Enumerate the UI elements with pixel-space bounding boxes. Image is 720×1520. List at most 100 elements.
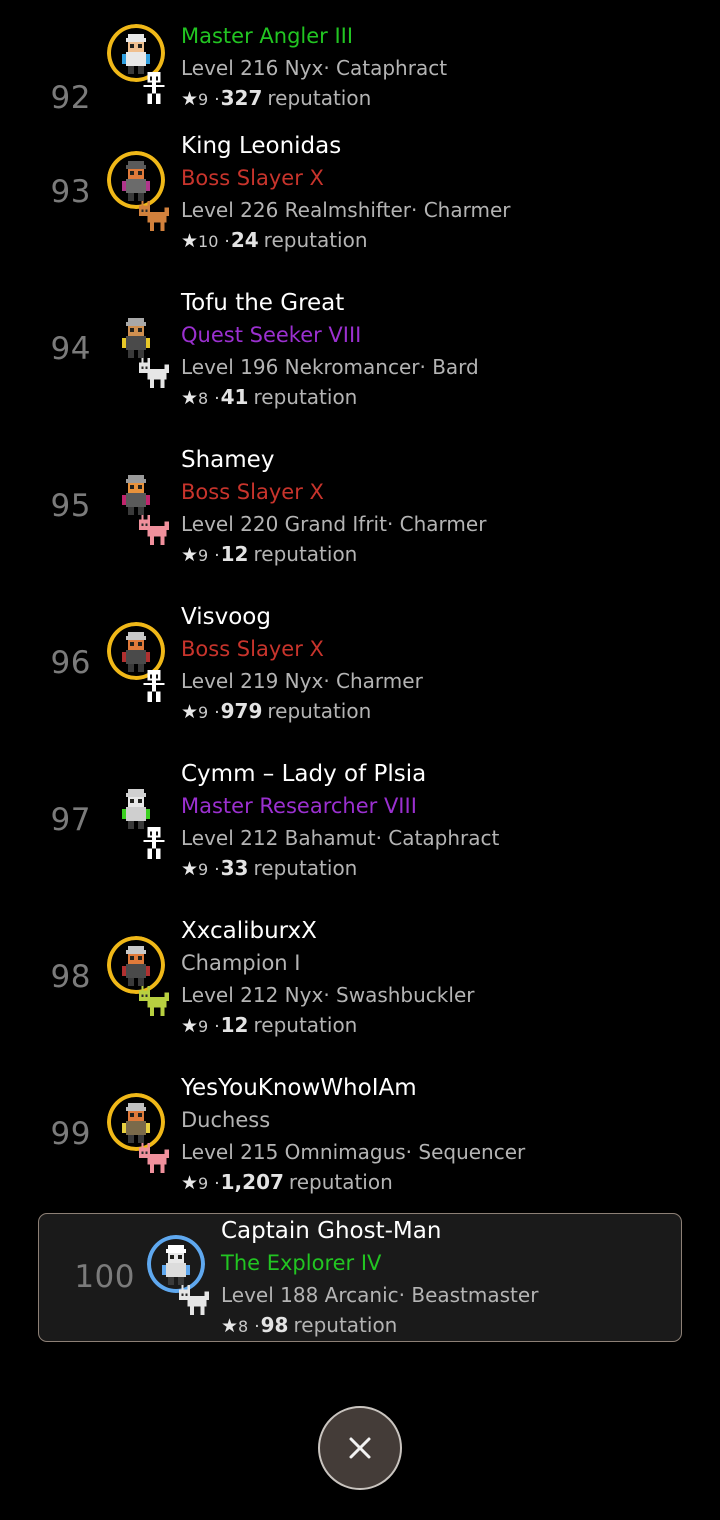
leaderboard-row[interactable]: 95 Shamey Boss Slayer X Level 220 Grand … [0, 428, 720, 585]
rank-number: 94 [50, 331, 91, 367]
player-name: XxcaliburxX [181, 918, 317, 945]
player-name: Shamey [181, 447, 275, 474]
player-title: The Explorer IV [221, 1251, 382, 1276]
entry-info: Captain Ghost-Man The Explorer IV Level … [217, 1214, 681, 1341]
player-reputation: ★ 8 · 41 reputation [181, 382, 720, 413]
entry-info: Cymm – Lady of Plsia Master Researcher V… [177, 757, 720, 884]
star-count: 9 [198, 546, 209, 566]
entry-info: YesYouKnowWhoIAm Duchess Level 215 Omnim… [177, 1071, 720, 1198]
avatar[interactable] [103, 616, 173, 712]
player-title: Boss Slayer X [181, 480, 324, 505]
skeleton-pet [143, 72, 165, 104]
leaderboard-row[interactable]: 97 Cymm – Lady of Plsia Master Researche… [0, 742, 720, 899]
leaderboard-row[interactable]: 92 Master Angler III Level 216 Nyx· Cata… [0, 0, 720, 114]
close-icon [349, 1437, 371, 1458]
player-title: Boss Slayer X [181, 166, 324, 191]
reputation-separator: · [224, 232, 230, 253]
entry-info: XxcaliburxX Champion I Level 212 Nyx· Sw… [177, 914, 720, 1041]
reputation-value: 24 [230, 228, 259, 253]
reputation-value: 979 [220, 699, 263, 724]
reputation-separator: · [214, 90, 220, 111]
star-icon: ★ [181, 1172, 199, 1195]
avatar[interactable] [103, 773, 173, 869]
leaderboard-row[interactable]: 99 YesYouKnowWhoIAm Duchess Level 215 Om… [0, 1056, 720, 1213]
star-count: 9 [198, 703, 209, 723]
avatar[interactable] [103, 145, 173, 241]
rank-number: 98 [50, 959, 91, 995]
reputation-label: reputation [288, 1170, 393, 1195]
player-meta: Level 196 Nekromancer· Bard [181, 354, 479, 379]
entry-info: King Leonidas Boss Slayer X Level 226 Re… [177, 129, 720, 256]
reputation-label: reputation [293, 1312, 398, 1337]
reputation-value: 41 [220, 385, 249, 410]
player-meta: Level 215 Omnimagus· Sequencer [181, 1139, 526, 1164]
leaderboard-row[interactable]: 96 Visvoog Boss Slayer X Level 219 Nyx· … [0, 585, 720, 742]
reputation-label: reputation [267, 86, 372, 111]
player-name: YesYouKnowWhoIAm [181, 1075, 417, 1102]
player-reputation: ★ 10 · 24 reputation [181, 225, 720, 256]
player-title: Master Researcher VIII [181, 794, 417, 819]
reputation-separator: · [214, 703, 220, 724]
star-count: 9 [198, 1017, 209, 1037]
player-reputation: ★ 9 · 327 reputation [181, 83, 720, 114]
leaderboard-row[interactable]: 94 Tofu the Great Quest Seeker VIII Leve… [0, 271, 720, 428]
star-count: 8 [238, 1316, 249, 1336]
player-name: Tofu the Great [181, 290, 345, 317]
reputation-label: reputation [253, 856, 358, 881]
leaderboard-row[interactable]: 100 Captain Ghost-Man The Explorer IV Le… [38, 1213, 682, 1342]
star-icon: ★ [181, 544, 199, 567]
player-title: Boss Slayer X [181, 637, 324, 662]
player-name: Cymm – Lady of Plsia [181, 761, 427, 788]
avatar[interactable] [103, 930, 173, 1026]
avatar[interactable] [103, 18, 173, 114]
player-reputation: ★ 9 · 12 reputation [181, 1010, 720, 1041]
avatar[interactable] [143, 1229, 213, 1325]
player-meta: Level 220 Grand Ifrit· Charmer [181, 511, 487, 536]
leaderboard-list[interactable]: 92 Master Angler III Level 216 Nyx· Cata… [0, 0, 720, 1375]
avatar[interactable] [103, 302, 173, 398]
star-icon: ★ [221, 1314, 239, 1337]
rank-number: 93 [50, 174, 91, 210]
star-icon: ★ [181, 858, 199, 881]
reputation-label: reputation [253, 1013, 358, 1038]
reputation-label: reputation [253, 385, 358, 410]
reputation-separator: · [214, 389, 220, 410]
dog-pet [139, 200, 169, 231]
white-beast-pet [179, 1285, 209, 1316]
skeleton-pet [143, 826, 165, 859]
reputation-value: 12 [220, 542, 249, 567]
avatar[interactable] [103, 1087, 173, 1183]
reputation-separator: · [214, 546, 220, 567]
star-count: 9 [198, 860, 209, 880]
player-reputation: ★ 9 · 1,207 reputation [181, 1167, 720, 1198]
star-count: 9 [198, 1174, 209, 1194]
reputation-label: reputation [253, 542, 358, 567]
reputation-separator: · [254, 1316, 260, 1337]
player-reputation: ★ 9 · 33 reputation [181, 853, 720, 884]
star-icon: ★ [181, 701, 199, 724]
reputation-label: reputation [263, 228, 368, 253]
player-meta: Level 226 Realmshifter· Charmer [181, 197, 511, 222]
entry-info: Shamey Boss Slayer X Level 220 Grand Ifr… [177, 443, 720, 570]
player-title: Quest Seeker VIII [181, 323, 362, 348]
player-name: King Leonidas [181, 133, 342, 160]
reputation-value: 98 [260, 1312, 289, 1337]
reputation-separator: · [214, 1017, 220, 1038]
star-count: 10 [198, 232, 219, 252]
reputation-label: reputation [267, 699, 372, 724]
leaderboard-row[interactable]: 93 King Leonidas Boss Slayer X Level 226… [0, 114, 720, 271]
reputation-value: 327 [220, 86, 263, 111]
player-reputation: ★ 9 · 12 reputation [181, 539, 720, 570]
star-icon: ★ [181, 387, 199, 410]
star-icon: ★ [181, 88, 199, 111]
rank-number: 92 [50, 80, 91, 116]
player-title: Duchess [181, 1108, 271, 1133]
player-title: Champion I [181, 951, 301, 976]
star-icon: ★ [181, 230, 199, 253]
leaderboard-row[interactable]: 98 XxcaliburxX Champion I Level 212 Nyx·… [0, 899, 720, 1056]
avatar[interactable] [103, 459, 173, 555]
player-meta: Level 212 Nyx· Swashbuckler [181, 982, 475, 1007]
close-button[interactable] [318, 1405, 402, 1490]
rank-number: 96 [50, 645, 91, 681]
star-count: 9 [198, 90, 209, 110]
